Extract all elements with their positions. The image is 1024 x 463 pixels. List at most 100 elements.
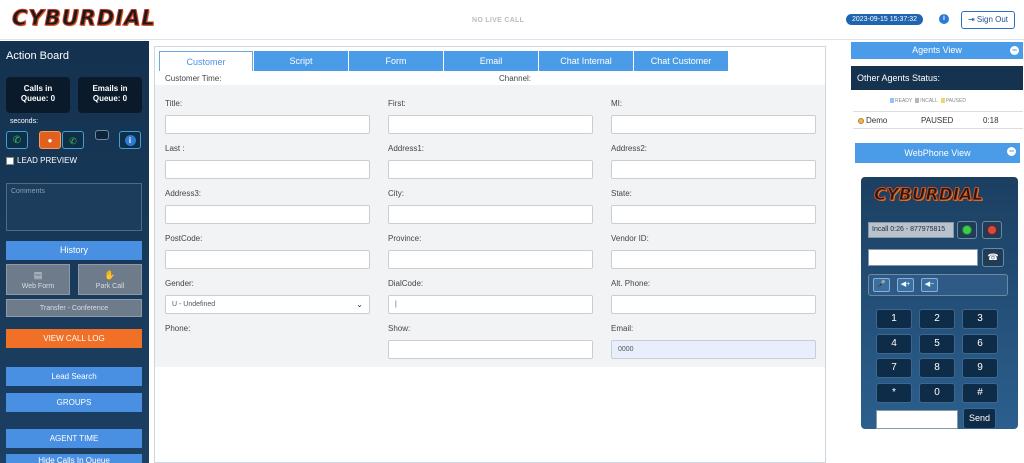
incall-display: Incall 0:26 - 877975815: [868, 222, 954, 238]
keypad-key-2[interactable]: 2: [919, 309, 955, 329]
emails-queue-label: Emails in: [92, 84, 128, 93]
keypad-key-1[interactable]: 1: [876, 309, 912, 329]
action-board-sidebar: Action Board Calls in Queue: 0 Emails in…: [0, 41, 149, 463]
send-button[interactable]: Send: [963, 408, 996, 429]
show-input[interactable]: [388, 340, 593, 359]
alt-phone-input[interactable]: [611, 295, 816, 314]
emails-queue-box: Emails in Queue: 0: [78, 77, 142, 113]
keypad-key-7[interactable]: 7: [876, 358, 912, 378]
dial-number-input[interactable]: [868, 249, 978, 266]
answer-button[interactable]: [957, 221, 977, 239]
postcode-input[interactable]: [165, 250, 370, 269]
hangup-button[interactable]: [982, 221, 1002, 239]
title-input[interactable]: [165, 115, 370, 134]
keypad-key-8[interactable]: 8: [919, 358, 955, 378]
address3-input[interactable]: [165, 205, 370, 224]
agent-info-icon[interactable]: i: [119, 131, 141, 149]
legend-incall: INCALL: [915, 98, 938, 104]
address1-label: Address1:: [388, 144, 425, 153]
datetime-badge: 2023-09-15 15:37:32: [846, 14, 923, 25]
mi-label: MI:: [611, 99, 623, 108]
lead-preview-checkbox[interactable]: [6, 156, 14, 165]
first-label: First:: [388, 99, 406, 108]
tab-customer[interactable]: Customer: [159, 51, 253, 71]
gender-label: Gender:: [165, 279, 194, 288]
signout-button[interactable]: ⇥ Sign Out: [961, 11, 1015, 29]
keypad-key-4[interactable]: 4: [876, 334, 912, 354]
state-input[interactable]: [611, 205, 816, 224]
keypad-key-hash[interactable]: #: [962, 383, 998, 403]
email-input[interactable]: 0000: [611, 340, 816, 359]
tab-email[interactable]: Email: [444, 51, 538, 71]
agents-view-header[interactable]: Agents View −: [851, 42, 1023, 59]
record-icon[interactable]: ●: [39, 131, 61, 149]
keypad-key-0[interactable]: 0: [919, 383, 955, 403]
channel-label: Channel:: [499, 74, 532, 83]
address3-label: Address3:: [165, 189, 202, 198]
address1-input[interactable]: [388, 160, 593, 179]
tab-form[interactable]: Form: [349, 51, 443, 71]
city-input[interactable]: [388, 205, 593, 224]
view-call-log-button[interactable]: VIEW CALL LOG: [6, 329, 142, 348]
customer-form: Title: First: MI: Last : Address1: Addre…: [155, 85, 825, 367]
vendor-id-input[interactable]: [611, 250, 816, 269]
dtmf-send-input[interactable]: [876, 410, 958, 429]
info-icon[interactable]: i: [939, 14, 949, 24]
email-label: Email:: [611, 324, 634, 333]
cyburdial-logo: CYBURDIAL: [873, 185, 984, 206]
chevron-down-icon: ⌄: [356, 300, 363, 309]
volume-down-icon[interactable]: ◀−: [921, 278, 938, 292]
groups-button[interactable]: GROUPS: [6, 393, 142, 412]
main-tabs: Customer Script Form Email Chat Internal…: [159, 51, 729, 71]
address2-input[interactable]: [611, 160, 816, 179]
postcode-label: PostCode:: [165, 234, 203, 243]
vendor-id-label: Vendor ID:: [611, 234, 649, 243]
collapse-icon[interactable]: −: [1010, 46, 1019, 55]
transfer-call-icon[interactable]: ✆: [62, 131, 84, 149]
lead-search-button[interactable]: Lead Search: [6, 367, 142, 386]
calls-queue-label: Calls in: [23, 84, 53, 93]
tab-chat-internal[interactable]: Chat Internal: [539, 51, 633, 71]
web-form-button[interactable]: ▤ Web Form: [6, 264, 70, 295]
audio-controls: 🎤 ◀+ ◀−: [868, 274, 1008, 296]
phone-icon[interactable]: ☎: [982, 248, 1004, 267]
action-board-title: Action Board: [6, 50, 69, 62]
agents-view-title: Agents View: [912, 45, 962, 55]
hide-calls-queue-button[interactable]: Hide Calls In Queue: [6, 454, 142, 463]
address2-label: Address2:: [611, 144, 648, 153]
lead-preview-toggle[interactable]: LEAD PREVIEW: [6, 156, 77, 165]
hand-icon: ✋: [104, 270, 116, 280]
dial-phone-icon[interactable]: ✆: [6, 131, 28, 149]
keypad-key-3[interactable]: 3: [962, 309, 998, 329]
keypad-key-5[interactable]: 5: [919, 334, 955, 354]
webphone-view-header[interactable]: WebPhone View −: [855, 143, 1020, 163]
call-status: NO LIVE CALL: [472, 17, 525, 24]
history-button[interactable]: History: [6, 241, 142, 260]
gender-select[interactable]: U - Undefined ⌄: [165, 295, 370, 314]
first-name-input[interactable]: [388, 115, 593, 134]
transfer-conference-button[interactable]: Transfer - Conference: [6, 299, 142, 317]
park-call-button[interactable]: ✋ Park Call: [78, 264, 142, 295]
agent-time-button[interactable]: AGENT TIME: [6, 429, 142, 448]
volume-up-icon[interactable]: ◀+: [897, 278, 914, 292]
keypad-key-6[interactable]: 6: [962, 334, 998, 354]
phone-label: Phone:: [165, 324, 191, 333]
city-label: City:: [388, 189, 404, 198]
agent-row: Demo PAUSED 0:18: [853, 111, 1023, 129]
tab-script[interactable]: Script: [254, 51, 348, 71]
collapse-icon[interactable]: −: [1007, 147, 1016, 156]
comments-textarea[interactable]: Comments: [6, 183, 142, 231]
screen-icon[interactable]: [95, 130, 109, 140]
microphone-icon[interactable]: 🎤: [873, 278, 890, 292]
keypad-key-star[interactable]: *: [876, 383, 912, 403]
tab-chat-customer[interactable]: Chat Customer: [634, 51, 728, 71]
last-name-input[interactable]: [165, 160, 370, 179]
agent-time: 0:18: [983, 116, 999, 125]
dialcode-input[interactable]: |: [388, 295, 593, 314]
keypad-key-9[interactable]: 9: [962, 358, 998, 378]
alt-phone-label: Alt. Phone:: [611, 279, 651, 288]
province-input[interactable]: [388, 250, 593, 269]
paused-status-dot: [858, 118, 864, 124]
dialcode-label: DialCode:: [388, 279, 424, 288]
mi-input[interactable]: [611, 115, 816, 134]
